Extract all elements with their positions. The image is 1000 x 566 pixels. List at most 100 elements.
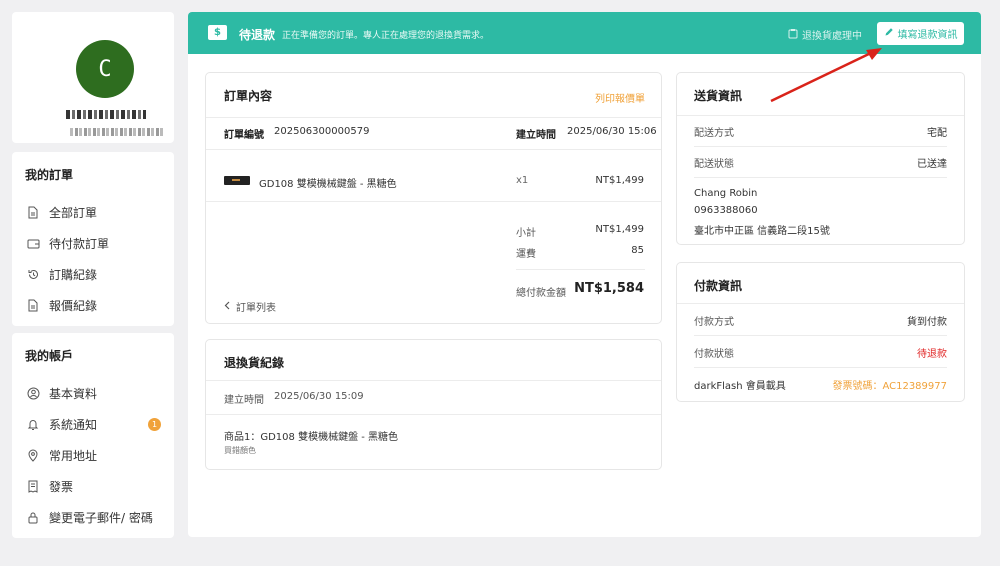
menu-item-label: 系統通知: [49, 418, 98, 432]
location-pin-icon: [26, 449, 40, 463]
menu-item-addresses[interactable]: 常用地址: [12, 440, 174, 471]
menu-item-label: 常用地址: [49, 449, 98, 463]
back-to-order-list-label: 訂單列表: [236, 303, 276, 314]
shipping-fee-label: 運費: [516, 249, 536, 260]
member-carrier-label: darkFlash 會員載具: [694, 381, 786, 392]
menu-item-quote-history[interactable]: 報價紀錄: [12, 290, 174, 321]
fill-refund-info-button[interactable]: 填寫退款資訊: [877, 22, 964, 45]
product-thumbnail: [224, 176, 250, 185]
notification-count-badge: 1: [148, 418, 161, 431]
order-status-label: 待退款: [239, 28, 276, 42]
order-number: 202506300000579: [274, 126, 370, 137]
return-reason: 買錯顏色: [224, 446, 256, 455]
receipt-icon: [26, 480, 40, 494]
back-to-order-list-link[interactable]: 訂單列表: [224, 299, 276, 314]
payment-info-title: 付款資訊: [694, 279, 743, 293]
fill-refund-info-label: 填寫退款資訊: [897, 30, 958, 41]
divider: [694, 177, 947, 178]
payment-status-label: 付款狀態: [694, 349, 734, 360]
orders-menu: 我的訂單 全部訂單 待付款訂單 訂購紀錄 報價紀錄: [12, 152, 174, 326]
wallet-icon: [26, 237, 40, 251]
total-label: 總付款金額: [516, 288, 566, 299]
lock-icon: [26, 511, 40, 525]
recipient-address: 臺北市中正區 信義路二段15號: [694, 226, 830, 237]
subtotal-label: 小計: [516, 228, 536, 239]
menu-item-order-history[interactable]: 訂購紀錄: [12, 259, 174, 290]
shipping-info-card: 送貨資訊 配送方式 宅配 配送狀態 已送達 Chang Robin 096338…: [676, 72, 965, 245]
delivery-method-value: 宅配: [927, 128, 947, 139]
order-item-qty: x1: [516, 175, 529, 186]
order-detail-panel: $ 待退款 正在準備您的訂單。專人正在處理您的退換貨需求。 退換貨處理中 填寫退…: [188, 12, 981, 537]
avatar: C: [76, 40, 134, 98]
document-icon: [26, 299, 40, 313]
divider: [694, 146, 947, 147]
total-value: NT$1,584: [574, 281, 644, 296]
return-record-title: 退換貨紀錄: [224, 356, 285, 370]
print-quote-link[interactable]: 列印報價單: [595, 90, 645, 105]
shipping-info-title: 送貨資訊: [694, 89, 743, 103]
user-circle-icon: [26, 387, 40, 401]
return-created-label: 建立時間: [224, 395, 264, 406]
menu-item-label: 基本資料: [49, 387, 98, 401]
recipient-phone: 0963388060: [694, 205, 758, 216]
divider: [206, 117, 661, 118]
chevron-left-icon: [224, 301, 230, 313]
menu-item-pending-payment[interactable]: 待付款訂單: [12, 228, 174, 259]
divider: [206, 149, 661, 150]
menu-item-notifications[interactable]: 系統通知 1: [12, 409, 174, 440]
divider: [677, 303, 964, 304]
payment-method-label: 付款方式: [694, 317, 734, 328]
divider: [694, 367, 947, 368]
return-item: 商品1：GD108 雙模機械鍵盤 - 黑糖色: [224, 432, 399, 443]
order-created-time: 2025/06/30 15:06: [567, 126, 657, 137]
menu-item-label: 變更電子郵件/ 密碼: [49, 511, 153, 525]
return-process-status: 退換貨處理中: [788, 27, 862, 42]
menu-item-label: 報價紀錄: [49, 299, 98, 313]
divider: [516, 269, 645, 270]
delivery-method-label: 配送方式: [694, 128, 734, 139]
payment-status-value: 待退款: [917, 349, 947, 360]
invoice-number: 發票號碼：AC12389977: [832, 381, 947, 392]
payment-method-value: 貨到付款: [907, 317, 947, 328]
order-status-description: 正在準備您的訂單。專人正在處理您的退換貨需求。: [282, 31, 490, 41]
document-icon: [26, 206, 40, 220]
menu-item-label: 發票: [49, 480, 74, 494]
profile-card: C: [12, 12, 174, 143]
orders-menu-title: 我的訂單: [25, 168, 74, 182]
return-created-time: 2025/06/30 15:09: [274, 391, 364, 402]
menu-item-label: 全部訂單: [49, 206, 98, 220]
order-content-title: 訂單內容: [224, 89, 273, 103]
pencil-icon: [884, 27, 894, 40]
profile-name-redacted: [66, 110, 146, 119]
divider: [206, 380, 661, 381]
order-content-card: 訂單內容 列印報價單 訂單編號 202506300000579 建立時間 202…: [205, 72, 662, 324]
dollar-icon: $: [208, 25, 227, 40]
bell-icon: [26, 418, 40, 432]
menu-item-invoice[interactable]: 發票: [12, 471, 174, 502]
status-banner: $ 待退款 正在準備您的訂單。專人正在處理您的退換貨需求。 退換貨處理中 填寫退…: [188, 12, 981, 54]
subtotal-value: NT$1,499: [595, 224, 644, 235]
shipping-fee-value: 85: [631, 245, 644, 256]
menu-item-change-email-password[interactable]: 變更電子郵件/ 密碼: [12, 502, 174, 533]
order-item-name: GD108 雙模機械鍵盤 - 黑糖色: [259, 179, 397, 190]
clipboard-icon: [788, 28, 798, 42]
account-menu-title: 我的帳戶: [25, 349, 74, 363]
divider: [694, 335, 947, 336]
menu-item-label: 待付款訂單: [49, 237, 110, 251]
divider: [677, 115, 964, 116]
return-record-card: 退換貨紀錄 建立時間 2025/06/30 15:09 商品1：GD108 雙模…: [205, 339, 662, 470]
order-number-label: 訂單編號: [224, 130, 264, 141]
delivery-status-label: 配送狀態: [694, 159, 734, 170]
profile-email-redacted: [70, 128, 164, 136]
return-process-status-label: 退換貨處理中: [802, 31, 862, 42]
history-icon: [26, 268, 40, 282]
menu-item-profile[interactable]: 基本資料: [12, 378, 174, 409]
delivery-status-value: 已送達: [917, 159, 947, 170]
order-item-price: NT$1,499: [595, 175, 644, 186]
order-created-label: 建立時間: [516, 130, 556, 141]
divider: [206, 414, 661, 415]
divider: [206, 201, 661, 202]
recipient-name: Chang Robin: [694, 188, 758, 199]
menu-item-all-orders[interactable]: 全部訂單: [12, 197, 174, 228]
menu-item-label: 訂購紀錄: [49, 268, 98, 282]
